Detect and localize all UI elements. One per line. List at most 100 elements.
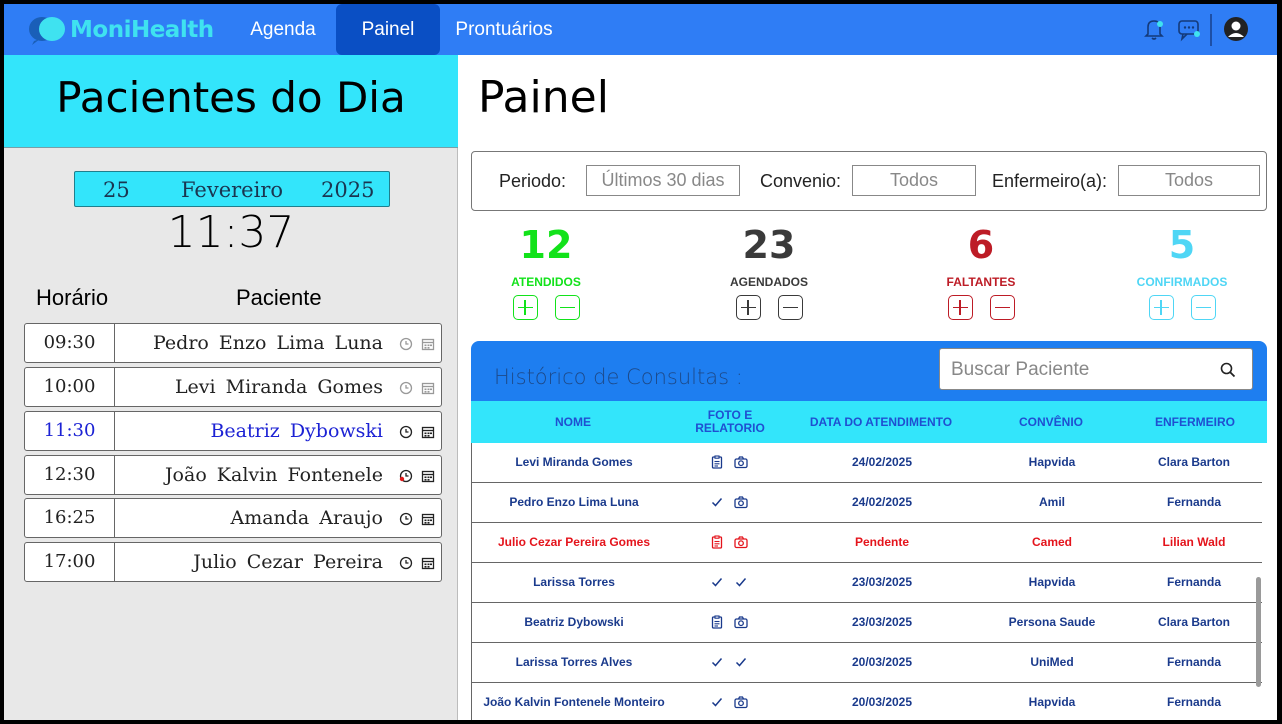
camera-icon[interactable]: [734, 495, 748, 509]
schedule-row[interactable]: 12:30 João Kalvin Fontenele: [24, 455, 442, 495]
patients-panel-header: Pacientes do Dia: [4, 55, 458, 148]
clock-icon[interactable]: [399, 425, 413, 439]
decrement-button[interactable]: [777, 295, 803, 320]
header-name[interactable]: NOME: [513, 401, 633, 443]
table-row[interactable]: Julio Cezar Pereira Gomes Pendente Camed Li…: [472, 522, 1262, 563]
check-icon[interactable]: [710, 495, 724, 509]
check-icon[interactable]: [734, 575, 748, 589]
cell-insurance: UniMed: [1030, 655, 1074, 669]
calendar-icon[interactable]: [421, 512, 435, 526]
insurance-select[interactable]: Todos: [852, 165, 976, 196]
increment-button[interactable]: [1148, 295, 1174, 320]
schedule-patient-name: Amanda Araujo: [230, 507, 383, 529]
stat-label: AGENDADOS: [729, 275, 808, 289]
calendar-icon[interactable]: [421, 425, 435, 439]
cell-insurance: Hapvida: [1028, 455, 1076, 469]
calendar-icon[interactable]: [421, 337, 435, 351]
history-table-header: NOME FOTO E RELATORIO DATA DO ATENDIMENT…: [471, 401, 1267, 443]
cell-insurance: Amil: [1038, 495, 1065, 509]
chat-icon[interactable]: [1176, 16, 1202, 42]
page-title: Painel: [478, 72, 609, 123]
check-icon[interactable]: [710, 655, 724, 669]
avatar-icon[interactable]: [1223, 16, 1249, 42]
stat-confirmed: 5 CONFIRMADOS: [1117, 220, 1247, 320]
decrement-button[interactable]: [1190, 295, 1216, 320]
logo-text: MoniHealth: [70, 17, 214, 43]
nav-painel[interactable]: Painel: [336, 4, 440, 55]
cell-nurse: Fernanda: [1166, 655, 1221, 669]
schedule-patient-name: João Kalvin Fontenele: [164, 464, 383, 486]
table-row[interactable]: Pedro Enzo Lima Luna 24/02/2025 Amil Fernan…: [472, 482, 1262, 523]
bell-icon[interactable]: [1141, 16, 1167, 42]
calendar-icon[interactable]: [421, 556, 435, 570]
header-insurance[interactable]: CONVÊNIO: [991, 401, 1111, 443]
current-time: 11:37: [167, 207, 295, 258]
clock-icon[interactable]: [399, 337, 413, 351]
decrement-button[interactable]: [989, 295, 1015, 320]
filters-bar: Periodo: Últimos 30 dias Convenio: Todos…: [471, 151, 1267, 211]
decrement-button[interactable]: [554, 295, 580, 320]
date-day: 25: [103, 178, 130, 202]
patients-of-day-panel: Pacientes do Dia 25 Fevereiro 2025 11:37…: [4, 55, 458, 720]
search-placeholder: Buscar Paciente: [951, 359, 1090, 380]
increment-button[interactable]: [512, 295, 538, 320]
schedule-time: 12:30: [25, 456, 115, 494]
stat-buttons: [1117, 295, 1247, 320]
cell-nurse: Fernanda: [1166, 575, 1221, 589]
insurance-label: Convenio:: [760, 171, 842, 191]
table-scrollbar[interactable]: [1256, 577, 1261, 687]
increment-button[interactable]: [947, 295, 973, 320]
schedule-row[interactable]: 10:00 Levi Miranda Gomes: [24, 367, 442, 407]
check-icon[interactable]: [734, 655, 748, 669]
calendar-icon[interactable]: [421, 381, 435, 395]
table-row[interactable]: João Kalvin Fontenele Monteiro 20/03/2025…: [472, 682, 1262, 720]
increment-button[interactable]: [735, 295, 761, 320]
clipboard-icon[interactable]: [710, 615, 724, 629]
schedule-row[interactable]: 16:25 Amanda Araujo: [24, 498, 442, 538]
camera-icon[interactable]: [734, 615, 748, 629]
clock-icon[interactable]: [399, 381, 413, 395]
nav-prontuarios[interactable]: Prontuários: [448, 4, 560, 55]
logo[interactable]: MoniHealth: [28, 14, 214, 46]
header-date[interactable]: DATA DO ATENDIMENTO: [801, 401, 961, 443]
table-row[interactable]: Larissa Torres Alves 20/03/2025 UniMed Fern…: [472, 642, 1262, 683]
check-icon[interactable]: [710, 575, 724, 589]
cell-date: 24/02/2025: [851, 455, 913, 469]
calendar-icon[interactable]: [421, 469, 435, 483]
schedule-patient-name: Julio Cezar Pereira: [193, 551, 383, 573]
cell-insurance: Hapvida: [1028, 695, 1076, 709]
camera-icon[interactable]: [734, 455, 748, 469]
period-select[interactable]: Últimos 30 dias: [586, 165, 740, 196]
clipboard-icon[interactable]: [710, 535, 724, 549]
clipboard-icon[interactable]: [710, 455, 724, 469]
header-nurse[interactable]: ENFERMEIRO: [1135, 401, 1255, 443]
nurse-select[interactable]: Todos: [1118, 165, 1260, 196]
table-row[interactable]: Beatriz Dybowski 23/03/2025 Persona Saude C…: [472, 602, 1262, 643]
camera-icon[interactable]: [734, 695, 748, 709]
app-window: MoniHealth Agenda Painel Prontuários Pac…: [4, 4, 1277, 720]
stat-buttons: [481, 295, 611, 320]
cell-date: 20/03/2025: [851, 695, 913, 709]
stat-buttons: [704, 295, 834, 320]
date-display[interactable]: 25 Fevereiro 2025: [74, 171, 390, 207]
cell-name: Julio Cezar Pereira Gomes: [497, 535, 651, 549]
schedule-time: 10:00: [25, 368, 115, 406]
nav-agenda[interactable]: Agenda: [240, 4, 326, 55]
clock-icon[interactable]: [399, 469, 413, 483]
header-photo-report[interactable]: FOTO E RELATORIO: [686, 401, 774, 443]
schedule-row[interactable]: 17:00 Julio Cezar Pereira: [24, 542, 442, 582]
schedule-row[interactable]: 11:30 Beatriz Dybowski: [24, 411, 442, 451]
search-input[interactable]: Buscar Paciente: [939, 348, 1253, 390]
stat-value: 12: [519, 223, 573, 267]
check-icon[interactable]: [710, 695, 724, 709]
clock-icon[interactable]: [399, 556, 413, 570]
search-icon[interactable]: [1220, 362, 1236, 378]
table-row[interactable]: Levi Miranda Gomes 24/02/2025 Hapvida Clara…: [472, 443, 1262, 483]
clock-icon[interactable]: [399, 512, 413, 526]
cell-insurance: Hapvida: [1028, 575, 1076, 589]
table-row[interactable]: Larissa Torres 23/03/2025 Hapvida Fernanda: [472, 562, 1262, 603]
camera-icon[interactable]: [734, 535, 748, 549]
schedule-row[interactable]: 09:30 Pedro Enzo Lima Luna: [24, 323, 442, 363]
cell-date: 23/03/2025: [851, 615, 913, 629]
cell-date: 20/03/2025: [851, 655, 913, 669]
